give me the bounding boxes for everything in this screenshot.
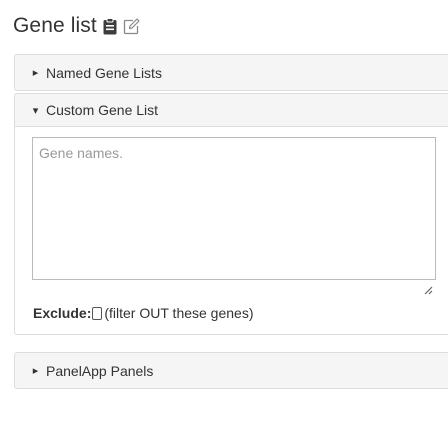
edit-icon[interactable] [123, 17, 140, 35]
resize-grip-icon[interactable] [423, 285, 433, 295]
exclude-label: Exclude: [33, 305, 92, 321]
named-gene-lists-header[interactable]: ▸ Named Gene Lists [14, 54, 448, 91]
exclude-row: Exclude: (filter OUT these genes) [33, 302, 254, 324]
page-header: Gene list [13, 10, 140, 42]
panelapp-panels-label: PanelApp Panels [46, 362, 154, 379]
named-gene-lists-label: Named Gene Lists [46, 64, 162, 81]
caret-down-icon: ▾ [32, 104, 39, 117]
custom-gene-list-label: Custom Gene List [46, 102, 159, 118]
exclude-hint: (filter OUT these genes) [104, 305, 254, 321]
panelapp-panels-header[interactable]: ▸ PanelApp Panels [14, 352, 448, 389]
custom-gene-list-header[interactable]: ▾ Custom Gene List [14, 93, 448, 126]
caret-right-icon: ▸ [32, 365, 39, 377]
exclude-checkbox[interactable] [92, 306, 103, 320]
clipboard-icon[interactable] [103, 17, 117, 35]
page-title: Gene list [13, 14, 97, 37]
gene-names-input[interactable] [32, 137, 436, 280]
caret-right-icon: ▸ [32, 67, 39, 79]
